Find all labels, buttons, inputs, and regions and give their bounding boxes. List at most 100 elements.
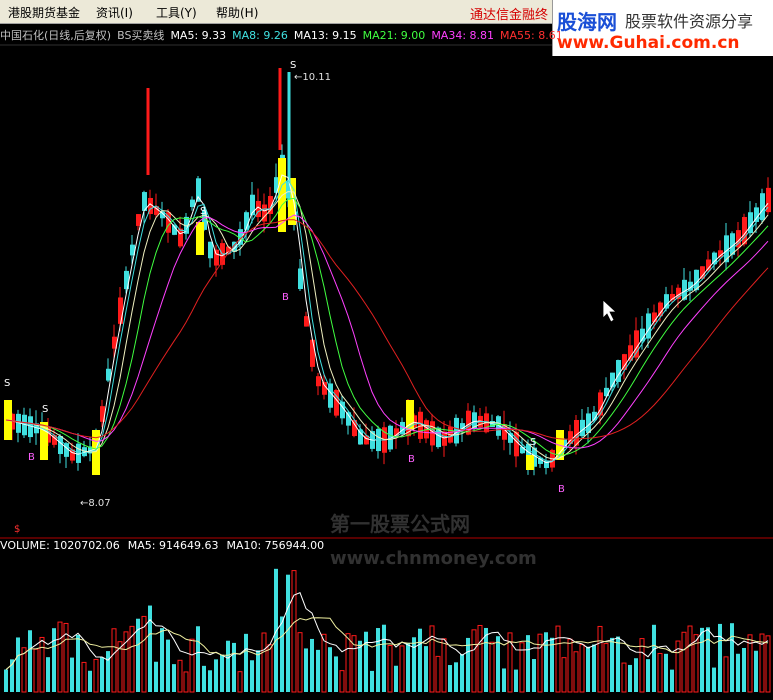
volume-bar <box>687 625 693 693</box>
volume-bar <box>537 633 543 693</box>
volume-bar <box>466 637 470 692</box>
volume-bar <box>471 629 477 693</box>
volume-bar <box>634 658 638 692</box>
volume-bar <box>81 661 87 693</box>
volume-bar <box>267 644 273 693</box>
menu-item-help[interactable]: 帮助(H) <box>216 4 258 21</box>
volume-bar <box>526 635 530 692</box>
sell-signal-marker: S <box>42 404 48 415</box>
sell-signal-marker: S <box>290 60 296 71</box>
volume-bar <box>460 654 464 692</box>
volume-bar <box>297 632 303 693</box>
volume-bar <box>616 636 620 692</box>
sell-signal-marker: S <box>4 378 10 389</box>
indicator-info-bar: 中国石化(日线,后复权) BS买卖线 MA5: 9.33 MA8: 9.26 MA13:… <box>0 27 560 43</box>
volume-bar <box>154 661 158 692</box>
menu-item-tools[interactable]: 工具(Y) <box>156 4 197 21</box>
volume-bar <box>514 669 518 692</box>
volume-bar <box>454 662 458 692</box>
volume-bar <box>406 642 410 692</box>
volume-readout: VOLUME: 1020702.06 <box>0 539 120 552</box>
logo-tagline: 股票软件资源分享 <box>625 12 754 31</box>
volume-bar <box>364 631 368 692</box>
candle-body <box>604 387 609 397</box>
volume-bar <box>670 669 674 692</box>
ma55-readout: MA55: 8.61 <box>500 29 560 42</box>
volume-bar <box>603 643 609 693</box>
volume-bar <box>621 662 627 693</box>
volume-bar <box>88 670 92 692</box>
volume-bar <box>52 628 56 692</box>
volume-bar <box>736 653 740 692</box>
volume-bar <box>610 637 614 692</box>
mouse-cursor-icon <box>602 299 618 323</box>
ma34-readout: MA34: 8.81 <box>431 29 495 42</box>
volume-bar <box>706 627 710 692</box>
volume-bar <box>250 660 254 692</box>
signal-candle <box>196 222 204 255</box>
watermark-url: www.chnmoney.com <box>330 548 537 569</box>
volume-bar <box>208 670 212 692</box>
volume-bar <box>567 638 573 693</box>
volume-bar <box>286 574 290 692</box>
candle-body <box>178 228 183 247</box>
broker-ad-text[interactable]: 通达信金融终 <box>470 4 548 23</box>
volume-bar <box>232 642 236 692</box>
logo-name: 股海网 <box>557 10 617 34</box>
volume-bar <box>196 626 200 692</box>
volume-bar <box>718 623 722 692</box>
signal-candle <box>526 455 534 470</box>
candle-body <box>214 249 219 266</box>
volume-bar <box>742 647 746 692</box>
volume-bar <box>723 656 729 693</box>
volume-bar <box>280 616 284 692</box>
candle-body <box>310 339 315 367</box>
volume-bar <box>291 570 297 693</box>
volume-bar <box>441 638 447 693</box>
volume-bar <box>712 667 716 692</box>
volume-bar <box>106 651 110 692</box>
volume-bar <box>148 605 152 692</box>
ma8-readout: MA8: 9.26 <box>232 29 288 42</box>
volume-bar <box>160 628 164 692</box>
volume-bar <box>399 645 405 693</box>
volume-bar <box>189 638 195 693</box>
volume-bar <box>435 655 441 693</box>
menu-item-info[interactable]: 资讯(I) <box>96 4 133 21</box>
volume-bar <box>244 633 248 692</box>
volume-bar <box>579 644 585 693</box>
volume-bar <box>628 664 632 692</box>
formula-name: BS买卖线 <box>117 29 165 42</box>
volume-bar <box>226 640 230 692</box>
buy-signal-marker: B <box>28 452 35 463</box>
volume-bar <box>652 624 656 692</box>
scale-marker: $ <box>14 524 20 535</box>
volume-bar <box>532 659 536 692</box>
volume-bar <box>477 624 483 693</box>
volume-bar <box>502 668 506 692</box>
menu-item-hk-futures[interactable]: 港股期货基金 <box>8 4 80 21</box>
volume-bar <box>586 646 590 692</box>
kline-chart-canvas[interactable]: S S S S S B B B B ←10.11 ←8.07 $ <box>0 0 773 700</box>
volume-bar <box>220 654 224 692</box>
volume-bar <box>484 627 488 692</box>
volume-bar <box>412 637 416 692</box>
volume-bar <box>33 648 39 693</box>
volume-bar <box>376 628 380 692</box>
volume-bar <box>681 631 687 693</box>
volume-bar <box>237 671 243 693</box>
buy-signal-marker: B <box>558 484 565 495</box>
candle-body <box>118 297 123 324</box>
sell-signal-marker: S <box>530 437 536 448</box>
volume-bar <box>16 637 20 692</box>
candle-body <box>208 241 213 259</box>
volume-bar <box>93 658 99 693</box>
candle-body <box>190 199 195 208</box>
volume-bar <box>274 568 278 692</box>
volume-bar <box>111 628 117 693</box>
volume-bar <box>28 630 32 692</box>
volume-bar <box>754 650 758 692</box>
site-logo: 股海网 股票软件资源分享 www.Guhai.com.cn <box>552 0 773 56</box>
volume-bar <box>765 635 771 693</box>
candle-body <box>634 330 639 358</box>
